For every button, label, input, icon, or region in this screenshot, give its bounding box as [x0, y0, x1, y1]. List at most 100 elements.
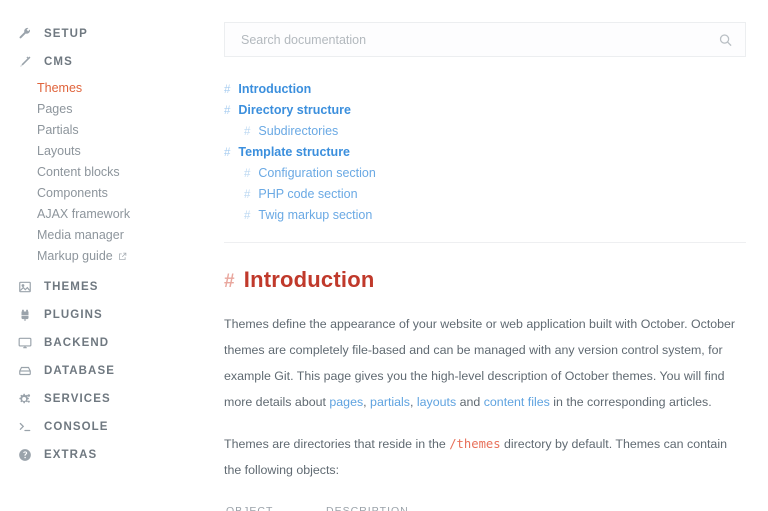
sidebar-item-layouts[interactable]: Layouts [0, 141, 212, 162]
sidebar-item-setup[interactable]: SETUP [0, 20, 212, 48]
sidebar-item-backend[interactable]: BACKEND [0, 329, 212, 357]
table-header-row: OBJECT DESCRIPTION [224, 499, 746, 511]
sidebar-label: CMS [44, 56, 73, 68]
anchor-hash-icon[interactable]: # [224, 271, 235, 293]
page-title: # Introduction [224, 267, 746, 293]
section-divider [224, 242, 746, 243]
anchor-hash-icon: # [244, 187, 250, 203]
sidebar-group-themes: THEMES [0, 273, 212, 301]
monitor-icon [18, 336, 38, 350]
toc-item[interactable]: # PHP code section [224, 184, 746, 205]
column-header-object: OBJECT [224, 499, 324, 511]
sidebar-item-extras[interactable]: EXTRAS [0, 441, 212, 469]
external-link-icon [118, 252, 127, 261]
sidebar-group-setup: SETUP [0, 20, 212, 48]
magic-wand-icon [18, 55, 38, 69]
sidebar-sub-label: Media manager [37, 228, 124, 243]
toc-item[interactable]: # Template structure [224, 142, 746, 163]
anchor-hash-icon: # [224, 82, 230, 98]
anchor-hash-icon: # [244, 124, 250, 140]
sidebar-sub-label: Components [37, 186, 108, 201]
anchor-hash-icon: # [224, 103, 230, 119]
search-input[interactable] [239, 32, 711, 48]
sidebar-item-themes-section[interactable]: THEMES [0, 273, 212, 301]
wrench-icon [18, 27, 38, 41]
separator: , [363, 395, 370, 409]
toc-link[interactable]: Configuration section [258, 165, 375, 181]
plugin-icon [18, 308, 38, 322]
toc-link[interactable]: Template structure [238, 144, 350, 160]
toc-link[interactable]: Directory structure [238, 102, 351, 118]
sidebar-item-plugins[interactable]: PLUGINS [0, 301, 212, 329]
sidebar-item-themes[interactable]: Themes [0, 78, 212, 99]
sidebar-sub-label: Content blocks [37, 165, 120, 180]
database-icon [18, 364, 38, 378]
sidebar-item-services[interactable]: SERVICES [0, 385, 212, 413]
sidebar-label: SERVICES [44, 393, 111, 405]
sidebar-group-plugins: PLUGINS [0, 301, 212, 329]
search-icon[interactable] [718, 32, 733, 47]
sidebar-sub-label: Layouts [37, 144, 81, 159]
documentation-page: SETUP CMS Themes Pages Partials Layouts … [0, 0, 768, 511]
paragraph-text: Themes are directories that reside in th… [224, 437, 449, 451]
sidebar-item-pages[interactable]: Pages [0, 99, 212, 120]
main-content: # Introduction # Directory structure # S… [212, 0, 768, 511]
toc-link[interactable]: Introduction [238, 81, 311, 97]
sidebar-group-services: SERVICES [0, 385, 212, 413]
link-partials[interactable]: partials [370, 395, 410, 409]
sidebar-label: SETUP [44, 28, 88, 40]
table-head: OBJECT DESCRIPTION [224, 499, 746, 511]
sidebar-item-content-blocks[interactable]: Content blocks [0, 162, 212, 183]
sidebar: SETUP CMS Themes Pages Partials Layouts … [0, 0, 212, 511]
sidebar-sublist-cms: Themes Pages Partials Layouts Content bl… [0, 78, 212, 267]
toc-link[interactable]: Twig markup section [258, 207, 372, 223]
themes-path-code: /themes [449, 437, 500, 451]
intro-paragraph: Themes define the appearance of your web… [224, 311, 746, 415]
sidebar-label: THEMES [44, 281, 99, 293]
sidebar-group-database: DATABASE [0, 357, 212, 385]
toc-item[interactable]: # Subdirectories [224, 121, 746, 142]
sidebar-sub-label: AJAX framework [37, 207, 130, 222]
page-title-text: Introduction [244, 267, 375, 293]
link-pages[interactable]: pages [329, 395, 363, 409]
anchor-hash-icon: # [224, 145, 230, 161]
sidebar-item-media-manager[interactable]: Media manager [0, 225, 212, 246]
sidebar-label: EXTRAS [44, 449, 97, 461]
sidebar-label: PLUGINS [44, 309, 103, 321]
question-circle-icon [18, 448, 38, 462]
paragraph-text: in the corresponding articles. [550, 395, 712, 409]
sidebar-label: BACKEND [44, 337, 109, 349]
anchor-hash-icon: # [244, 166, 250, 182]
toc-item[interactable]: # Directory structure [224, 100, 746, 121]
anchor-hash-icon: # [244, 208, 250, 224]
toc-link[interactable]: PHP code section [258, 186, 357, 202]
objects-table: OBJECT DESCRIPTION Pages represent the w… [224, 499, 746, 511]
link-content-files[interactable]: content files [484, 395, 550, 409]
directories-paragraph: Themes are directories that reside in th… [224, 431, 746, 483]
sidebar-item-components[interactable]: Components [0, 183, 212, 204]
toc-link[interactable]: Subdirectories [258, 123, 338, 139]
terminal-icon [18, 420, 38, 434]
table-of-contents: # Introduction # Directory structure # S… [224, 79, 746, 226]
search-bar[interactable] [224, 22, 746, 57]
toc-item[interactable]: # Configuration section [224, 163, 746, 184]
link-layouts[interactable]: layouts [417, 395, 456, 409]
separator: , [410, 395, 417, 409]
image-icon [18, 280, 38, 294]
sidebar-group-cms: CMS Themes Pages Partials Layouts Conten… [0, 48, 212, 267]
sidebar-group-backend: BACKEND [0, 329, 212, 357]
sidebar-item-cms[interactable]: CMS [0, 48, 212, 76]
sidebar-item-database[interactable]: DATABASE [0, 357, 212, 385]
sidebar-group-console: CONSOLE [0, 413, 212, 441]
sidebar-sub-label: Themes [37, 81, 82, 96]
toc-item[interactable]: # Twig markup section [224, 205, 746, 226]
gears-icon [18, 392, 38, 406]
sidebar-label: DATABASE [44, 365, 115, 377]
sidebar-item-markup-guide[interactable]: Markup guide [0, 246, 212, 267]
sidebar-item-ajax-framework[interactable]: AJAX framework [0, 204, 212, 225]
toc-item[interactable]: # Introduction [224, 79, 746, 100]
sidebar-item-partials[interactable]: Partials [0, 120, 212, 141]
sidebar-label: CONSOLE [44, 421, 109, 433]
column-header-description: DESCRIPTION [324, 499, 746, 511]
sidebar-item-console[interactable]: CONSOLE [0, 413, 212, 441]
